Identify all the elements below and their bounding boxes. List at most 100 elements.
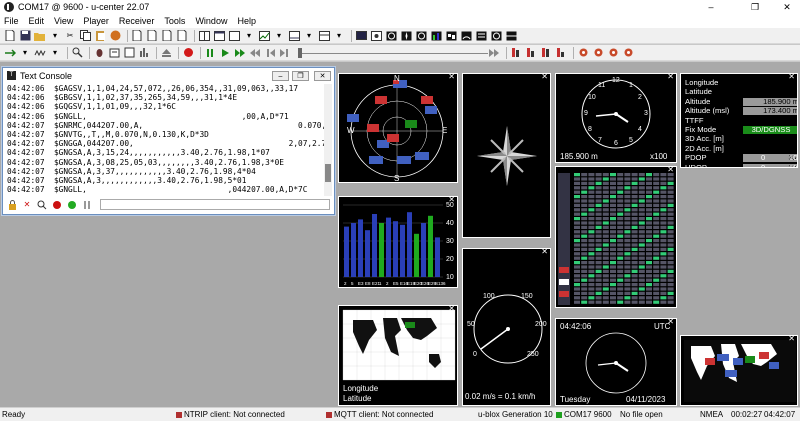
map-filter-icon[interactable] [540,47,552,58]
maximize-button[interactable]: ❐ [742,0,768,14]
menu-window[interactable]: Window [195,16,227,26]
page-icon[interactable] [161,30,173,41]
baudrate-icon[interactable] [34,47,46,58]
speed-view-icon[interactable] [460,30,472,41]
dropdown-icon[interactable]: ▾ [303,30,315,41]
graph-filter-icon[interactable] [525,47,537,58]
binary-console-icon[interactable] [123,47,135,58]
cut-icon[interactable]: ✂ [64,30,76,41]
record-icon[interactable] [182,47,194,58]
open-folder-icon[interactable] [34,30,46,41]
dropdown-icon[interactable]: ▾ [273,30,285,41]
close-icon[interactable]: ✕ [667,319,674,326]
signal-strength-pane[interactable]: 2 5 E3 E8 E21 1 2 E5 E16 E19 E20 E26 E29 S136 50 40 3… [338,196,458,288]
print-icon[interactable] [176,30,188,41]
eject-icon[interactable] [160,47,172,58]
lock-icon[interactable] [6,199,18,210]
speedometer-pane[interactable]: 0 50 100 150 200 250 0.02 m/s = 0.1 km/h… [462,248,551,406]
data-table-pane[interactable]: Longitude Latitude Altitude 185.900 m Altitu… [680,73,798,168]
pause-icon[interactable] [204,47,216,58]
dropdown-icon[interactable]: ▾ [333,30,345,41]
text-console-window[interactable]: T Text Console – ❐ ✕ 04:42:06 $GAGSV,1,1… [2,67,335,215]
connect-icon[interactable] [4,47,16,58]
map-view-icon[interactable] [445,30,457,41]
close-icon[interactable]: ✕ [448,74,455,81]
menu-receiver[interactable]: Receiver [119,16,155,26]
clear-icon[interactable]: ✕ [21,199,33,210]
menu-file[interactable]: File [4,16,19,26]
close-button[interactable]: ✕ [774,0,800,14]
skip-end-icon[interactable] [488,47,500,58]
record-file-icon[interactable] [109,30,121,41]
data-view-icon[interactable] [475,30,487,41]
deviation-icon[interactable] [370,30,382,41]
close-icon[interactable]: ✕ [788,336,795,343]
close-icon[interactable]: ✕ [667,74,674,81]
step-forward-icon[interactable] [279,47,291,58]
signal-view-icon[interactable] [430,30,442,41]
console-restore-button[interactable]: ❐ [292,71,309,81]
new-file-icon[interactable] [4,30,16,41]
save-icon[interactable] [19,30,31,41]
ntrip-status[interactable]: NTRIP client: Not connected [176,410,285,419]
pause-console-icon[interactable] [81,199,93,210]
step-back-icon[interactable] [264,47,276,58]
copy-icon[interactable] [79,30,91,41]
play-fast-icon[interactable] [234,47,246,58]
messages-icon[interactable] [108,47,120,58]
console-output[interactable]: 04:42:06 $GAGSV,1,1,04,24,57,072,,26,06,… [7,84,325,196]
time-pane[interactable]: 04:42:06 UTC Tuesday 04/11/2023 ✕ [555,318,677,406]
tools-icon[interactable] [607,47,619,58]
docs-icon[interactable] [146,30,158,41]
rewind-icon[interactable] [249,47,261,58]
satellite-map-pane[interactable]: ✕ [680,335,798,406]
table-filter-icon[interactable] [555,47,567,58]
table-icon[interactable] [505,30,517,41]
play-icon[interactable] [219,47,231,58]
dropdown-icon[interactable]: ▾ [49,47,61,58]
configuration-icon[interactable] [138,47,150,58]
clock-view-icon[interactable] [415,30,427,41]
layout-icon[interactable] [198,30,210,41]
autobaud-icon[interactable] [71,47,83,58]
filter-icon[interactable] [36,199,48,210]
mqtt-status[interactable]: MQTT client: Not connected [326,410,433,419]
playback-slider[interactable] [298,47,488,58]
menu-tools[interactable]: Tools [164,16,185,26]
options-icon[interactable] [622,47,634,58]
console-scrollbar-thumb[interactable] [325,163,331,182]
time-view-icon[interactable] [490,30,502,41]
settings-alt-icon[interactable] [592,47,604,58]
close-icon[interactable]: ✕ [541,74,548,81]
chart-view-icon[interactable] [258,30,270,41]
minimize-button[interactable]: – [698,0,724,14]
satellite-level-pane[interactable]: ✕ [555,166,677,308]
menu-player[interactable]: Player [83,16,109,26]
close-icon[interactable]: ✕ [788,74,795,81]
table-view-icon[interactable] [318,30,330,41]
menu-help[interactable]: Help [237,16,256,26]
paste-icon[interactable] [94,30,106,41]
sky-view-pane[interactable]: N E S W ✕ [338,73,458,183]
menu-view[interactable]: View [54,16,73,26]
console-scrollbar[interactable] [324,84,332,196]
graph-icon[interactable] [288,30,300,41]
dropdown-icon[interactable]: ▾ [19,47,31,58]
window-menu-icon[interactable] [228,30,240,41]
document-icon[interactable] [131,30,143,41]
debug-icon[interactable] [93,47,105,58]
ok-icon[interactable] [66,199,78,210]
window-icon[interactable] [213,30,225,41]
close-icon[interactable]: ✕ [667,167,674,174]
playback-slider-thumb[interactable] [298,47,302,58]
altitude-clock-pane[interactable]: 12 1 2 3 4 5 6 7 8 9 10 11 185.900 m x10… [555,73,677,163]
world-map-pane[interactable]: Longitude Latitude ✕ [338,305,458,406]
compass-view-icon[interactable] [400,30,412,41]
satellite-filter-icon[interactable] [510,47,522,58]
close-icon[interactable]: ✕ [448,197,455,204]
compass-pane[interactable]: ✕ [462,73,551,238]
highlight-icon[interactable] [51,199,63,210]
monitor-icon[interactable] [355,30,367,41]
console-command-input[interactable] [100,199,330,210]
com-status[interactable]: COM17 9600 [556,410,612,419]
